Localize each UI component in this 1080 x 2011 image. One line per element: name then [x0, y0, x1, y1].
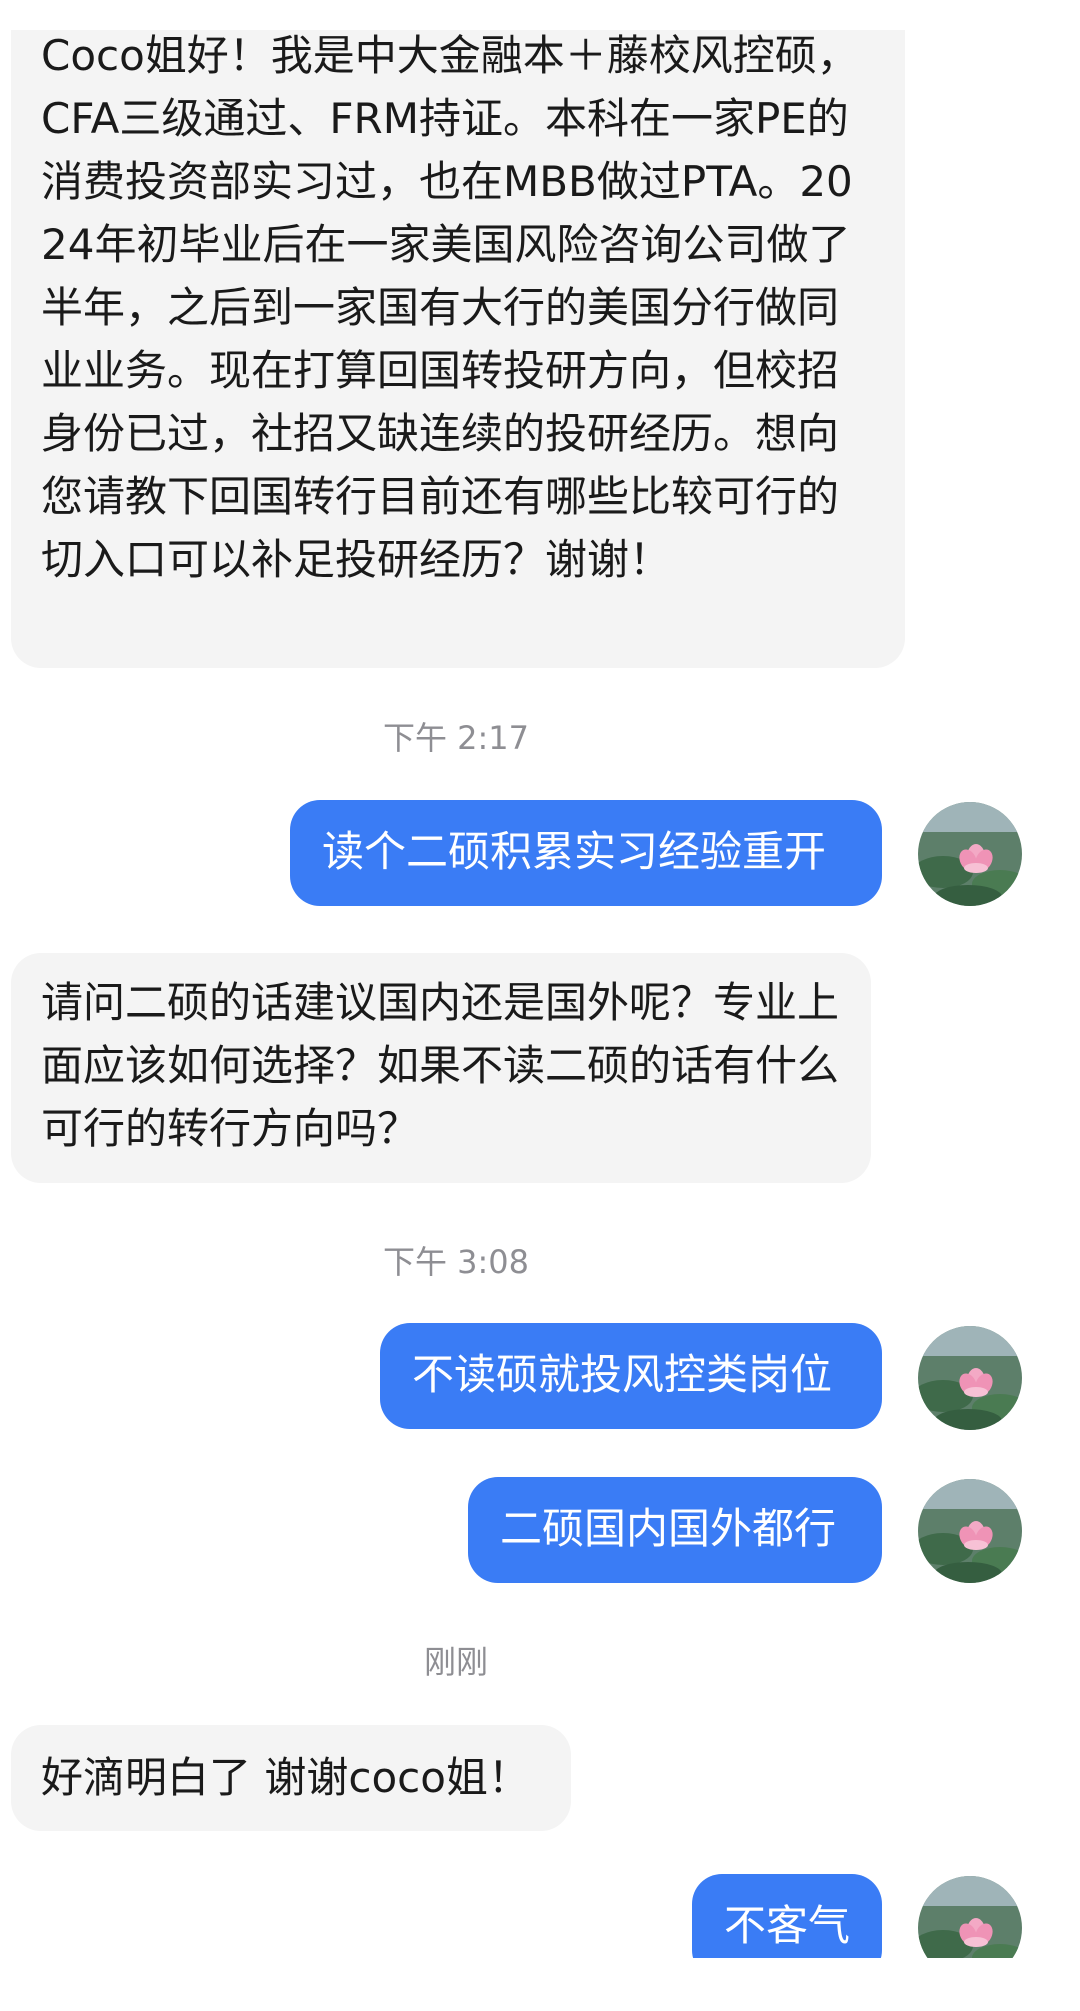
- message-text: 不客气: [724, 1901, 851, 1950]
- timestamp: 刚刚: [423, 1643, 488, 1681]
- outgoing-message[interactable]: 不读硕就投风控类岗位: [380, 1323, 882, 1429]
- incoming-message[interactable]: 请问二硕的话建议国内还是国外呢？专业上面应该如何选择？如果不读二硕的话有什么可行…: [11, 953, 871, 1183]
- message-text: 读个二硕积累实习经验重开: [322, 827, 827, 876]
- timestamp: 下午 2:17: [382, 719, 530, 757]
- user-avatar[interactable]: [918, 802, 1022, 906]
- message-text: 请问二硕的话建议国内还是国外呢？专业上面应该如何选择？如果不读二硕的话有什么可行…: [41, 978, 840, 1153]
- message-text: 好滴明白了 谢谢coco姐！: [41, 1753, 530, 1802]
- lotus-avatar-icon: [918, 802, 1022, 906]
- incoming-message[interactable]: Coco姐好！我是中大金融本＋藤校风控硕，CFA三级通过、FRM持证。本科在一家…: [11, 2, 905, 668]
- outgoing-message[interactable]: 二硕国内国外都行: [468, 1477, 882, 1583]
- user-avatar[interactable]: [918, 1326, 1022, 1430]
- message-text: 不读硕就投风控类岗位: [412, 1350, 833, 1399]
- top-edge: [0, 0, 1080, 30]
- message-text: 二硕国内国外都行: [500, 1504, 837, 1553]
- user-avatar[interactable]: [918, 1479, 1022, 1583]
- incoming-message[interactable]: 好滴明白了 谢谢coco姐！: [11, 1725, 571, 1831]
- message-text: Coco姐好！我是中大金融本＋藤校风控硕，CFA三级通过、FRM持证。本科在一家…: [41, 31, 859, 584]
- chat-thread: Coco姐好！我是中大金融本＋藤校风控硕，CFA三级通过、FRM持证。本科在一家…: [0, 0, 1080, 2011]
- lotus-avatar-icon: [918, 1326, 1022, 1430]
- bottom-edge: [0, 1958, 1080, 2011]
- timestamp: 下午 3:08: [382, 1243, 530, 1281]
- lotus-avatar-icon: [918, 1479, 1022, 1583]
- outgoing-message[interactable]: 读个二硕积累实习经验重开: [290, 800, 882, 906]
